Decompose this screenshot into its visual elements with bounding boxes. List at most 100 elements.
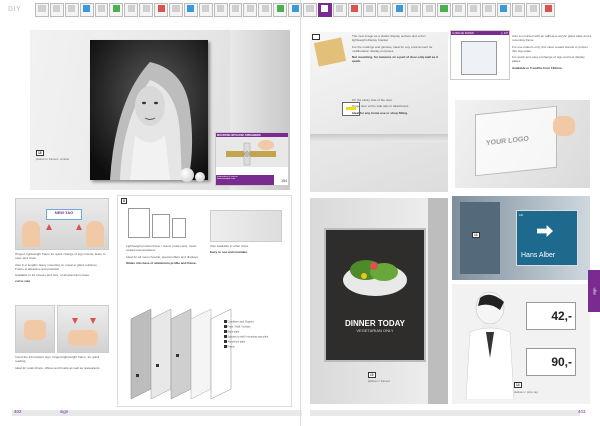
arrow-down-icon-2 (90, 318, 96, 324)
catalog-thumb[interactable] (94, 3, 109, 17)
catalog-thumb[interactable] (362, 3, 377, 17)
thumb-label (95, 17, 109, 20)
catalog-thumb[interactable] (437, 3, 451, 17)
thumb-label (184, 17, 198, 20)
thumb-label (199, 17, 213, 20)
signage-box-header: GUIDE DE PAPIER p. 107 (451, 31, 509, 35)
thumb-glyph-icon (276, 5, 284, 12)
thumb-glyph-icon (499, 5, 508, 12)
catalog-thumb[interactable] (392, 3, 407, 17)
step-text-2: Insert the information sign, hinged ligh… (15, 355, 101, 370)
catalog-thumb[interactable] (451, 3, 466, 17)
framed-portrait (90, 40, 208, 180)
catalog-thumb[interactable] (183, 3, 198, 17)
catalog-thumb[interactable] (139, 3, 154, 17)
product-sign-photo: YOUR LOGO (455, 100, 590, 188)
thumb-glyph-icon (365, 5, 374, 12)
thumb-label (392, 17, 406, 20)
thumb-glyph-icon (485, 5, 493, 12)
hand-photo2 (24, 320, 46, 340)
catalog-thumb[interactable] (422, 3, 437, 17)
door-sign-small: Lift (519, 213, 524, 217)
legend-marker-icon (224, 335, 227, 338)
door-sign-photo: Lift Hans Alber 13 (452, 196, 590, 280)
right-top-text: The new image as a plastic display surfa… (352, 34, 438, 64)
catalog-thumb[interactable] (511, 3, 526, 17)
signage-paper (461, 41, 497, 75)
exploded-layer-diagram (130, 308, 232, 399)
thumb-glyph-icon (306, 5, 314, 12)
thumb-label (50, 17, 64, 20)
thumb-label (139, 17, 153, 20)
footer-right-bar (310, 410, 580, 416)
price-tag-2: 90,- (526, 348, 576, 376)
signage-label: GUIDE DE PAPIER (452, 31, 474, 35)
legend-marker-icon (224, 330, 227, 333)
legend-item: Frame (224, 345, 289, 350)
signage-page: p. 107 (501, 31, 508, 35)
salad-image (343, 260, 407, 296)
thumb-label (467, 17, 481, 20)
catalog-thumb[interactable] (228, 3, 243, 17)
catalog-thumb[interactable] (35, 3, 49, 17)
thumb-glyph-icon (83, 5, 91, 12)
thumb-label (422, 17, 436, 20)
thumb-label (169, 17, 183, 20)
decor-ball-1 (180, 168, 194, 182)
thumb-label (65, 17, 79, 20)
thumb-glyph-icon (187, 5, 195, 12)
diagram-panel: 8 Lightweight pocket frame / stand, post… (117, 195, 292, 407)
catalog-thumb[interactable] (79, 3, 94, 17)
catalog-thumb[interactable] (377, 3, 392, 17)
diagram-legend: Conditions and Support Front / Wall / sur… (224, 320, 289, 350)
catalog-thumb[interactable] (317, 3, 332, 17)
legend-text: Front / Wall / surface (227, 325, 251, 329)
catalog-thumb[interactable] (466, 3, 481, 17)
thumb-label (124, 17, 138, 20)
thumb-glyph-icon (97, 5, 106, 12)
thumb-glyph-icon (157, 5, 165, 12)
corner-logo: DIY (8, 6, 22, 13)
catalog-thumb[interactable] (198, 3, 213, 17)
thumb-glyph-icon (261, 5, 269, 12)
catalog-thumb[interactable] (258, 3, 273, 17)
thumb-glyph-icon (202, 5, 210, 12)
catalog-thumb[interactable] (541, 3, 556, 17)
mounting-page-ref: 154 (281, 179, 287, 183)
price-tag-photo: 42,- 90,- 14 platinum / price tag (452, 284, 590, 404)
thumb-label (541, 17, 555, 20)
thumb-glyph-icon (395, 5, 403, 12)
catalog-thumb[interactable] (347, 3, 362, 17)
mounting-illustration (216, 137, 288, 167)
catalog-thumb[interactable] (303, 3, 317, 17)
catalog-thumb[interactable] (496, 3, 511, 17)
glass-bar (310, 134, 448, 142)
catalog-thumb[interactable] (481, 3, 496, 17)
thumb-glyph-icon (68, 5, 76, 12)
catalog-thumb[interactable] (64, 3, 79, 17)
hand-right (86, 221, 104, 247)
thumb-label (243, 17, 257, 20)
legend-text: Conditions and Support (227, 320, 254, 324)
catalog-thumb[interactable] (154, 3, 169, 17)
catalog-thumb[interactable] (109, 3, 124, 17)
thumb-glyph-icon (231, 5, 240, 12)
catalog-thumb[interactable] (526, 3, 541, 17)
catalog-thumb[interactable] (213, 3, 228, 17)
thumb-glyph-icon (217, 5, 225, 12)
price-1: 42,- (551, 309, 572, 323)
thumb-glyph-icon (112, 5, 120, 12)
mounting-box: MOUNTING WITH DISC SPREADERS Information… (215, 132, 289, 186)
thumb-glyph-icon (425, 5, 433, 12)
thumb-glyph-icon (529, 5, 537, 12)
catalog-thumb[interactable] (124, 3, 139, 17)
restaurant-photo: DINNER TODAY VEGETARIAN ONLY (310, 198, 448, 404)
catalog-thumb[interactable] (169, 3, 183, 17)
catalog-thumb[interactable] (49, 3, 64, 17)
catalog-thumb[interactable] (273, 3, 288, 17)
catalog-thumb[interactable] (407, 3, 422, 17)
catalog-thumb[interactable] (243, 3, 258, 17)
thumb-label (526, 17, 540, 20)
legend-text: Spacers to wall / mounting sign plate (227, 335, 269, 339)
catalog-thumb[interactable] (332, 3, 347, 17)
